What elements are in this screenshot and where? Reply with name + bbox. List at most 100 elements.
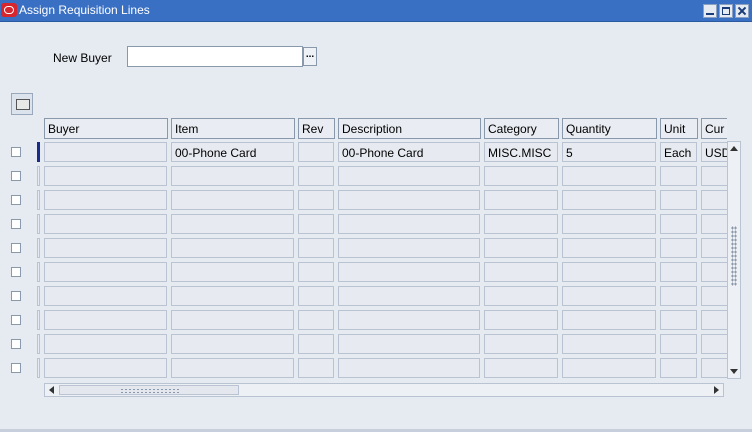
cell-unit[interactable] — [660, 286, 697, 306]
row-select-checkbox[interactable] — [11, 315, 21, 325]
cell-category[interactable] — [484, 334, 558, 354]
cell-buyer[interactable] — [44, 262, 167, 282]
row-select-checkbox[interactable] — [11, 291, 21, 301]
cell-item[interactable]: 00-Phone Card — [171, 142, 294, 162]
cell-quantity[interactable] — [562, 214, 656, 234]
cell-item[interactable] — [171, 238, 294, 258]
vertical-scrollbar[interactable] — [727, 141, 741, 379]
cell-quantity[interactable] — [562, 238, 656, 258]
cell-unit[interactable] — [660, 358, 697, 378]
row-select-checkbox[interactable] — [11, 171, 21, 181]
cell-description[interactable] — [338, 214, 480, 234]
cell-description[interactable]: 00-Phone Card — [338, 142, 480, 162]
column-header-description[interactable]: Description — [338, 118, 481, 139]
maximize-icon[interactable] — [719, 4, 733, 18]
row-select-checkbox[interactable] — [11, 243, 21, 253]
cell-description[interactable] — [338, 238, 480, 258]
cell-quantity[interactable] — [562, 334, 656, 354]
cell-item[interactable] — [171, 214, 294, 234]
row-select-checkbox[interactable] — [11, 339, 21, 349]
column-header-quantity[interactable]: Quantity — [562, 118, 657, 139]
cell-buyer[interactable] — [44, 214, 167, 234]
column-header-currency[interactable]: Cur — [701, 118, 727, 139]
cell-quantity[interactable] — [562, 358, 656, 378]
minimize-icon[interactable] — [703, 4, 717, 18]
cell-currency[interactable]: USD — [701, 142, 727, 162]
column-header-category[interactable]: Category — [484, 118, 559, 139]
cell-item[interactable] — [171, 166, 294, 186]
cell-rev[interactable] — [298, 310, 334, 330]
row-select-checkbox[interactable] — [11, 195, 21, 205]
cell-description[interactable] — [338, 166, 480, 186]
cell-unit[interactable] — [660, 262, 697, 282]
folder-open-button[interactable] — [11, 93, 33, 115]
column-header-unit[interactable]: Unit — [660, 118, 698, 139]
cell-currency[interactable] — [701, 238, 727, 258]
cell-category[interactable]: MISC.MISC — [484, 142, 558, 162]
cell-buyer[interactable] — [44, 190, 167, 210]
cell-rev[interactable] — [298, 358, 334, 378]
cell-unit[interactable] — [660, 214, 697, 234]
record-indicator[interactable] — [37, 190, 40, 210]
cell-currency[interactable] — [701, 334, 727, 354]
row-select-checkbox[interactable] — [11, 267, 21, 277]
cell-rev[interactable] — [298, 286, 334, 306]
cell-item[interactable] — [171, 190, 294, 210]
cell-quantity[interactable] — [562, 190, 656, 210]
cell-unit[interactable]: Each — [660, 142, 697, 162]
cell-currency[interactable] — [701, 358, 727, 378]
cell-category[interactable] — [484, 310, 558, 330]
cell-currency[interactable] — [701, 190, 727, 210]
cell-rev[interactable] — [298, 334, 334, 354]
cell-category[interactable] — [484, 358, 558, 378]
cell-rev[interactable] — [298, 238, 334, 258]
cell-item[interactable] — [171, 262, 294, 282]
cell-buyer[interactable] — [44, 286, 167, 306]
record-indicator[interactable] — [37, 262, 40, 282]
close-icon[interactable] — [735, 4, 749, 18]
new-buyer-field[interactable] — [127, 46, 303, 67]
row-select-checkbox[interactable] — [11, 363, 21, 373]
column-header-item[interactable]: Item — [171, 118, 295, 139]
cell-currency[interactable] — [701, 214, 727, 234]
cell-rev[interactable] — [298, 142, 334, 162]
cell-unit[interactable] — [660, 334, 697, 354]
cell-quantity[interactable] — [562, 262, 656, 282]
record-indicator[interactable] — [37, 166, 40, 186]
record-indicator[interactable] — [37, 358, 40, 378]
cell-buyer[interactable] — [44, 166, 167, 186]
record-indicator[interactable] — [37, 214, 40, 234]
cell-category[interactable] — [484, 214, 558, 234]
cell-item[interactable] — [171, 286, 294, 306]
scroll-left-icon[interactable] — [49, 386, 54, 394]
cell-category[interactable] — [484, 262, 558, 282]
record-indicator[interactable] — [37, 286, 40, 306]
new-buyer-lov-button[interactable]: ... — [303, 47, 317, 66]
row-select-checkbox[interactable] — [11, 147, 21, 157]
cell-currency[interactable] — [701, 310, 727, 330]
cell-description[interactable] — [338, 286, 480, 306]
cell-description[interactable] — [338, 358, 480, 378]
record-indicator[interactable] — [37, 238, 40, 258]
cell-buyer[interactable] — [44, 334, 167, 354]
row-select-checkbox[interactable] — [11, 219, 21, 229]
cell-buyer[interactable] — [44, 310, 167, 330]
record-indicator[interactable] — [37, 334, 40, 354]
scroll-down-icon[interactable] — [730, 369, 738, 374]
cell-quantity[interactable] — [562, 286, 656, 306]
cell-item[interactable] — [171, 310, 294, 330]
cell-currency[interactable] — [701, 166, 727, 186]
horizontal-scroll-thumb[interactable] — [59, 385, 239, 395]
scroll-right-icon[interactable] — [714, 386, 719, 394]
cell-rev[interactable] — [298, 262, 334, 282]
scroll-up-icon[interactable] — [730, 146, 738, 151]
cell-item[interactable] — [171, 358, 294, 378]
cell-unit[interactable] — [660, 238, 697, 258]
cell-quantity[interactable] — [562, 310, 656, 330]
cell-rev[interactable] — [298, 214, 334, 234]
cell-quantity[interactable] — [562, 166, 656, 186]
record-indicator[interactable] — [37, 310, 40, 330]
cell-buyer[interactable] — [44, 142, 167, 162]
cell-category[interactable] — [484, 190, 558, 210]
cell-description[interactable] — [338, 310, 480, 330]
